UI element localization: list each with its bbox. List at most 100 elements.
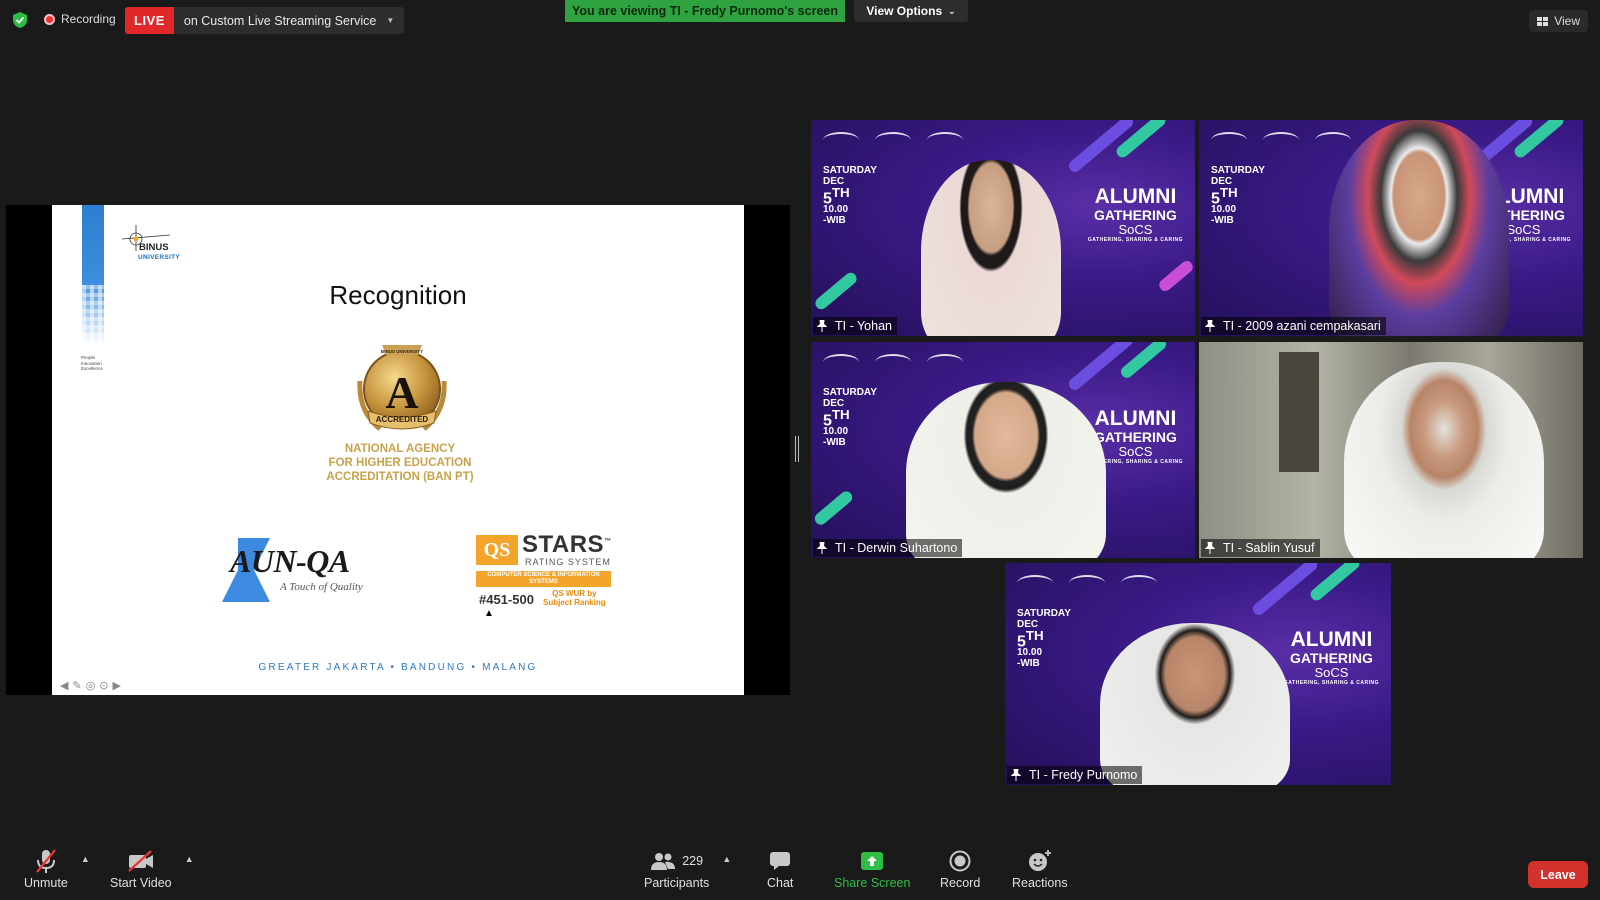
participants-label: Participants [644,876,710,890]
meeting-toolbar: Unmute ▲ Start Video ▲ 229 Participants … [0,846,1600,900]
qs-subject-band: COMPUTER SCIENCE & INFORMATION SYSTEMS [476,571,611,587]
event-date: SATURDAY DEC 5TH 10.00 -WIB [1211,165,1265,227]
unmute-label: Unmute [24,876,68,890]
chat-label: Chat [767,876,794,890]
participants-count: 229 [682,854,704,868]
svg-text:BINUS UNIVERSITY: BINUS UNIVERSITY [381,349,423,354]
aun-qa-tagline: A Touch of Quality [280,581,363,593]
next-slide-icon[interactable]: ▶ [113,679,121,692]
mouse-cursor-icon: ▲ [484,608,494,619]
event-title: ALUMNI GATHERING SoCS GATHERING, SHARING & … [1283,628,1379,686]
participant-name-tag: TI - 2009 azani cempakasari [1201,317,1386,335]
slide-navigation-tools: ◀ ✎ ◎ ⊙ ▶ [60,679,121,692]
live-service-label: on Custom Live Streaming Service [183,13,377,28]
participant-name-tag: TI - Derwin Suhartono [813,539,963,557]
chat-icon [770,852,791,870]
participants-icon [651,853,676,870]
reactions-smiley-icon [1028,850,1051,871]
recording-label: Recording [61,12,116,26]
ban-pt-label: NATIONAL AGENCY FOR HIGHER EDUCATION ACC… [326,443,474,483]
qs-logo: QS [476,535,518,565]
record-icon [949,850,971,872]
recording-icon [44,13,55,25]
pen-icon[interactable]: ✎ [72,679,81,692]
caret-down-icon: ▼ [386,16,395,25]
pin-icon [1205,320,1215,332]
pin-icon [817,320,827,332]
security-shield-icon[interactable] [12,11,28,29]
microphone-muted-icon [36,849,56,873]
campus-locations: GREATER JAKARTA • BANDUNG • MALANG [258,662,538,673]
event-title: ALUMNI GATHERING SoCS GATHERING, SHARING & … [1087,185,1183,243]
participant-video [1344,362,1544,558]
share-screen-icon [861,852,884,870]
qs-wur-label: QS WUR by Subject Ranking [543,589,606,607]
event-date: SATURDAY DEC 5TH 10.00 -WIB [823,387,877,449]
banner-logos [823,132,963,148]
audio-options-caret-icon[interactable]: ▲ [81,854,90,864]
participant-name-tag: TI - Fredy Purnomo [1007,766,1143,784]
record-button[interactable]: Record [940,846,980,890]
top-bar: Recording LIVE on Custom Live Streaming … [0,0,1600,40]
presentation-slide: People Innovation Excellence BINUS UNIVE… [52,205,744,695]
participant-video [906,382,1106,558]
grid-view-icon [1537,16,1549,26]
video-tile[interactable]: SATURDAY DEC 5TH 10.00 -WIB ALUMNI GATHERIN… [811,120,1195,336]
chevron-down-icon: ⌄ [948,5,956,16]
share-screen-button[interactable]: Share Screen [834,846,910,890]
video-tile[interactable]: TI - Sablin Yusuf [1199,342,1583,558]
aun-qa-label: AUN-QA [230,543,350,579]
view-options-label: View Options [866,4,943,18]
slide-title: Recognition [329,280,467,310]
start-video-button[interactable]: Start Video ▲ [110,846,194,890]
ban-pt-accreditation-badge: BINUS UNIVERSITY A ACCREDITED [357,345,447,431]
banner-logos [1017,575,1157,591]
view-label: View [1554,14,1580,28]
live-stream-dropdown[interactable]: LIVE on Custom Live Streaming Service ▼ [125,7,405,34]
view-layout-button[interactable]: View [1529,10,1588,32]
banner-logos [1211,132,1351,148]
participant-name-tag: TI - Sablin Yusuf [1201,539,1320,557]
banner-logos [823,354,963,370]
pin-icon [1205,542,1215,554]
reactions-button[interactable]: Reactions [1012,846,1068,890]
leave-button[interactable]: Leave [1528,861,1588,888]
svg-text:A: A [385,367,418,418]
binus-university-label: UNIVERSITY [138,254,181,261]
participant-video [1100,623,1290,785]
recording-indicator[interactable]: Recording [44,12,116,26]
start-video-label: Start Video [110,876,172,890]
previous-slide-icon[interactable]: ◀ [60,679,68,692]
more-options-icon[interactable]: ⊙ [99,679,108,692]
unmute-button[interactable]: Unmute ▲ [24,846,90,890]
qs-rank: #451-500 [479,592,534,607]
panel-resize-handle[interactable] [795,436,799,462]
event-date: SATURDAY DEC 5TH 10.00 -WIB [823,165,877,227]
video-tile[interactable]: SATURDAY DEC 5TH 10.00 -WIB ALUMNI GATHERIN… [811,342,1195,558]
video-options-caret-icon[interactable]: ▲ [185,854,194,864]
event-date: SATURDAY DEC 5TH 10.00 -WIB [1017,608,1071,670]
svg-text:ACCREDITED: ACCREDITED [376,415,429,424]
binus-brand: BINUS [139,242,169,253]
view-options-button[interactable]: View Options ⌄ [854,0,968,22]
chat-button[interactable]: Chat [767,846,793,890]
reactions-label: Reactions [1012,876,1068,890]
pin-icon [817,542,827,554]
pin-icon [1011,769,1021,781]
participants-button[interactable]: 229 Participants ▲ [644,846,731,890]
participant-name-tag: TI - Yohan [813,317,897,335]
share-screen-label: Share Screen [834,876,911,890]
video-tile[interactable]: SATURDAY DEC 5TH 10.00 -WIB ALUMNI GATHERIN… [1199,120,1583,336]
slides-grid-icon[interactable]: ◎ [86,679,96,692]
qs-stars-label: STARS™ [522,531,612,558]
live-badge: LIVE [125,7,174,34]
qs-rating-system-label: RATING SYSTEM [525,557,611,567]
record-label: Record [940,876,981,890]
video-tile-active-speaker[interactable]: SATURDAY DEC 5TH 10.00 -WIB ALUMNI GATHERIN… [1005,563,1391,785]
participant-video [1329,120,1509,336]
participants-caret-icon[interactable]: ▲ [722,854,731,864]
viewing-screen-banner: You are viewing TI - Fredy Purnomo's scr… [565,0,845,22]
participant-video [921,160,1061,336]
shared-screen: People Innovation Excellence BINUS UNIVE… [6,205,790,695]
people-innovation-tag: People Innovation Excellence [81,355,103,371]
